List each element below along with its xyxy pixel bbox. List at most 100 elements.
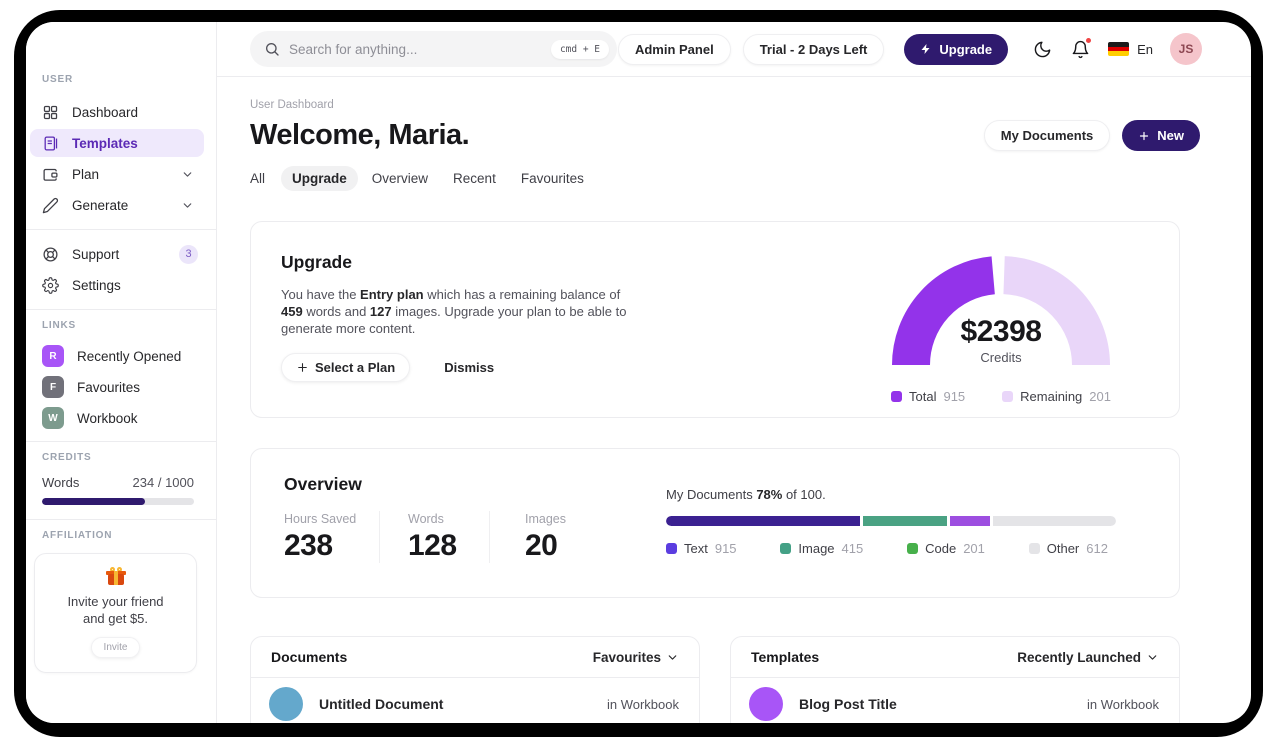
search-icon	[264, 41, 280, 57]
doc-bar-seg-text	[666, 516, 861, 526]
link-label: Recently Opened	[77, 348, 182, 364]
sidebar-divider	[26, 519, 216, 520]
sidebar-link-recently-opened[interactable]: R Recently Opened	[26, 343, 216, 369]
template-location: in Workbook	[1086, 696, 1159, 712]
trial-status-badge[interactable]: Trial - 2 Days Left	[742, 33, 885, 65]
new-button[interactable]: New	[1122, 120, 1200, 151]
legend-item-image: Image 415	[780, 541, 863, 556]
credits-usage-value: 234 / 1000	[132, 475, 194, 490]
doc-bar-seg-code	[949, 516, 990, 526]
tab-overview[interactable]: Overview	[361, 166, 439, 191]
documents-card: Documents Favourites Untitled Document i…	[250, 636, 700, 723]
template-list-item[interactable]: Blog Post Title in Workbook	[731, 678, 1179, 721]
doc-bar-seg-image	[863, 516, 947, 526]
gauge-value: $2398	[960, 315, 1042, 348]
stat-words: Words 128	[408, 511, 457, 562]
sidebar-item-label: Dashboard	[72, 104, 139, 120]
credits-type-label: Words	[42, 475, 80, 490]
tab-all[interactable]: All	[250, 166, 278, 191]
notification-dot	[1085, 36, 1093, 44]
sidebar-item-generate[interactable]: Generate	[30, 191, 204, 219]
credits-progress-bar	[42, 498, 194, 505]
dismiss-button[interactable]: Dismiss	[444, 360, 494, 375]
gift-icon	[105, 567, 126, 585]
language-selector[interactable]: En	[1137, 42, 1153, 57]
grid-icon	[42, 104, 59, 121]
sidebar-item-label: Plan	[72, 166, 100, 182]
stat-divider	[489, 511, 490, 563]
chevron-down-icon	[181, 168, 194, 181]
templates-icon	[42, 135, 59, 152]
chevron-down-icon	[181, 199, 194, 212]
breadcrumb: User Dashboard	[250, 99, 334, 111]
search-input[interactable]	[289, 41, 542, 57]
legend-item-remaining: Remaining 201	[1002, 389, 1111, 404]
moon-icon	[1033, 40, 1052, 59]
template-title: Blog Post Title	[799, 696, 897, 712]
tab-upgrade[interactable]: Upgrade	[281, 166, 358, 191]
sidebar-item-label: Templates	[72, 135, 138, 151]
chevron-down-icon	[666, 651, 679, 664]
legend-swatch	[666, 543, 677, 554]
chevron-down-icon	[1146, 651, 1159, 664]
stat-images: Images 20	[525, 511, 566, 562]
tabs: All Upgrade Overview Recent Favourites	[250, 166, 1180, 191]
user-avatar[interactable]: JS	[1170, 33, 1202, 65]
admin-panel-button[interactable]: Admin Panel	[617, 33, 731, 65]
sidebar-section-affiliation: AFFILIATION	[42, 530, 113, 541]
invite-button[interactable]: Invite	[90, 637, 141, 658]
tab-favourites[interactable]: Favourites	[510, 166, 595, 191]
link-label: Workbook	[77, 410, 138, 426]
affiliation-card: Invite your friend and get $5. Invite	[34, 553, 197, 673]
templates-card-title: Templates	[751, 649, 820, 665]
dark-mode-toggle[interactable]	[1033, 40, 1052, 59]
support-count-badge: 3	[179, 244, 198, 264]
sidebar-item-settings[interactable]: Settings	[30, 271, 204, 299]
legend-swatch	[1002, 391, 1014, 402]
tab-recent[interactable]: Recent	[442, 166, 507, 191]
search-bar[interactable]: cmd + E	[250, 31, 617, 67]
my-documents-button[interactable]: My Documents	[983, 120, 1111, 151]
legend-item-text: Text 915	[666, 541, 737, 556]
legend-swatch	[907, 543, 919, 554]
link-initial-badge: R	[42, 345, 64, 367]
sidebar-item-templates[interactable]: Templates	[30, 129, 204, 157]
affiliation-text-line2: and get $5.	[82, 611, 149, 626]
sidebar-section-links: LINKS	[42, 320, 76, 331]
legend-swatch	[1028, 543, 1040, 554]
page-title: Welcome, Maria.	[250, 119, 470, 151]
wallet-icon	[42, 166, 59, 183]
sidebar-item-plan[interactable]: Plan	[30, 160, 204, 188]
sidebar-divider	[26, 441, 216, 442]
templates-card: Templates Recently Launched Blog Post Ti…	[730, 636, 1180, 723]
notifications-button[interactable]	[1071, 36, 1093, 59]
topbar: cmd + E Admin Panel Trial - 2 Days Left …	[217, 22, 1251, 77]
documents-filter-dropdown[interactable]: Favourites	[593, 650, 679, 665]
sidebar-link-workbook[interactable]: W Workbook	[26, 405, 216, 431]
select-plan-button[interactable]: Select a Plan	[281, 353, 411, 382]
sidebar-item-support[interactable]: Support 3	[30, 240, 204, 268]
sidebar-divider	[26, 309, 216, 310]
upgrade-button[interactable]: Upgrade	[904, 33, 1009, 65]
overview-card: Overview Hours Saved 238 Words 128 Image…	[250, 448, 1180, 598]
sidebar-link-favourites[interactable]: F Favourites	[26, 374, 216, 400]
lifebuoy-icon	[42, 246, 59, 263]
sidebar-divider	[26, 229, 216, 230]
legend-item-other: Other 612	[1028, 541, 1108, 556]
affiliation-text-line1: Invite your friend	[67, 594, 164, 609]
sidebar-item-dashboard[interactable]: Dashboard	[30, 98, 204, 126]
plus-icon	[296, 361, 309, 374]
upgrade-card: Upgrade You have the Entry plan which ha…	[250, 221, 1180, 418]
doc-bar-seg-other	[992, 516, 1116, 526]
german-flag-icon[interactable]	[1108, 42, 1130, 56]
legend-swatch	[891, 391, 902, 402]
document-title: Untitled Document	[319, 696, 444, 712]
app-window: USER Dashboard Templates Plan Generate S…	[26, 22, 1251, 723]
document-list-item[interactable]: Untitled Document in Workbook	[251, 678, 699, 721]
templates-filter-dropdown[interactable]: Recently Launched	[1017, 650, 1159, 665]
legend-item-total: Total 915	[891, 389, 965, 404]
legend-swatch	[780, 543, 792, 554]
sidebar-item-label: Support	[72, 246, 120, 262]
content-area: User Dashboard Welcome, Maria. My Docume…	[217, 77, 1251, 723]
sidebar-item-label: Generate	[72, 197, 129, 213]
